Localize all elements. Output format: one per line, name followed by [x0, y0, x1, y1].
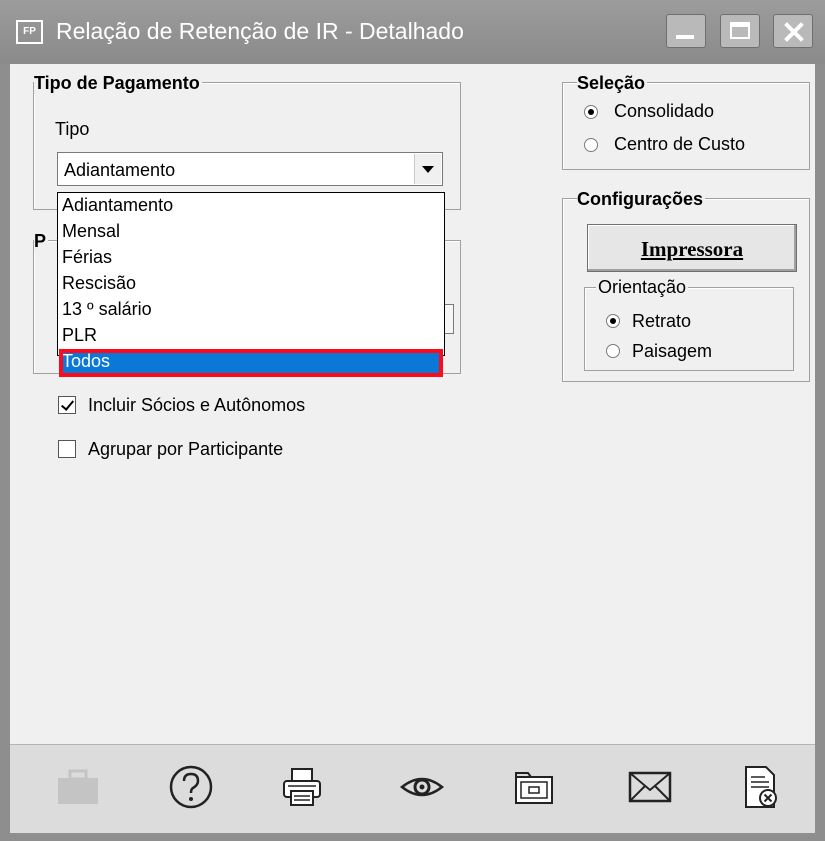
dropdown-option[interactable]: Mensal	[60, 220, 442, 246]
email-icon[interactable]	[622, 759, 678, 815]
orientacao-legend: Orientação	[596, 276, 689, 298]
printer-icon[interactable]	[274, 759, 330, 815]
dropdown-option[interactable]: PLR	[60, 324, 442, 350]
document-close-icon[interactable]	[732, 759, 788, 815]
selecao-legend: Seleção	[577, 72, 648, 94]
impressora-button-label: Impressora	[640, 237, 744, 261]
dropdown-option[interactable]: 13 º salário	[60, 298, 442, 324]
briefcase-icon	[50, 759, 106, 815]
close-icon	[784, 22, 804, 42]
bottom-toolbar	[10, 744, 815, 833]
help-icon[interactable]	[163, 759, 219, 815]
minimize-button[interactable]	[666, 14, 706, 48]
window-title: Relação de Retenção de IR - Detalhado	[56, 18, 464, 44]
agrupar-participante-checkbox[interactable]	[58, 440, 76, 458]
agrupar-participante-label[interactable]: Agrupar por Participante	[88, 438, 283, 460]
impressora-button[interactable]: Impressora	[587, 224, 797, 272]
paisagem-label[interactable]: Paisagem	[632, 340, 712, 362]
dropdown-option[interactable]: Férias	[60, 246, 442, 272]
preview-icon[interactable]	[394, 759, 450, 815]
consolidado-label[interactable]: Consolidado	[614, 100, 714, 122]
retrato-label[interactable]: Retrato	[632, 310, 691, 332]
maximize-icon	[730, 22, 750, 39]
maximize-button[interactable]	[720, 14, 760, 48]
tipo-combobox[interactable]: Adiantamento	[57, 152, 443, 186]
tipo-pagamento-group	[33, 82, 461, 210]
tipo-label: Tipo	[55, 119, 90, 139]
configuracoes-legend: Configurações	[577, 188, 706, 210]
dropdown-option-selected[interactable]: Todos	[59, 349, 443, 377]
minimize-icon	[676, 35, 694, 39]
folder-icon[interactable]	[506, 759, 562, 815]
incluir-socios-checkbox[interactable]	[58, 396, 76, 414]
retrato-radio[interactable]	[606, 314, 620, 328]
periodo-legend-partial: P	[34, 230, 49, 252]
consolidado-radio[interactable]	[584, 105, 598, 119]
tipo-pagamento-legend: Tipo de Pagamento	[34, 72, 202, 94]
paisagem-radio[interactable]	[606, 344, 620, 358]
dropdown-option[interactable]: Rescisão	[60, 272, 442, 298]
chevron-down-icon[interactable]	[414, 154, 441, 184]
window: FP Relação de Retenção de IR - Detalhado…	[0, 0, 825, 841]
centro-custo-label[interactable]: Centro de Custo	[614, 133, 745, 155]
incluir-socios-label[interactable]: Incluir Sócios e Autônomos	[88, 394, 305, 416]
close-button[interactable]	[773, 14, 813, 48]
tipo-dropdown-list[interactable]: Adiantamento Mensal Férias Rescisão 13 º…	[57, 192, 445, 377]
app-icon: FP	[16, 20, 43, 44]
centro-custo-radio[interactable]	[584, 138, 598, 152]
tipo-combobox-value: Adiantamento	[64, 160, 176, 180]
title-bar[interactable]: FP Relação de Retenção de IR - Detalhado	[0, 0, 825, 64]
dialog-body: Tipo de Pagamento Tipo Adiantamento P Ad…	[10, 64, 815, 833]
dropdown-option[interactable]: Adiantamento	[60, 194, 442, 220]
selecao-group	[562, 82, 810, 170]
